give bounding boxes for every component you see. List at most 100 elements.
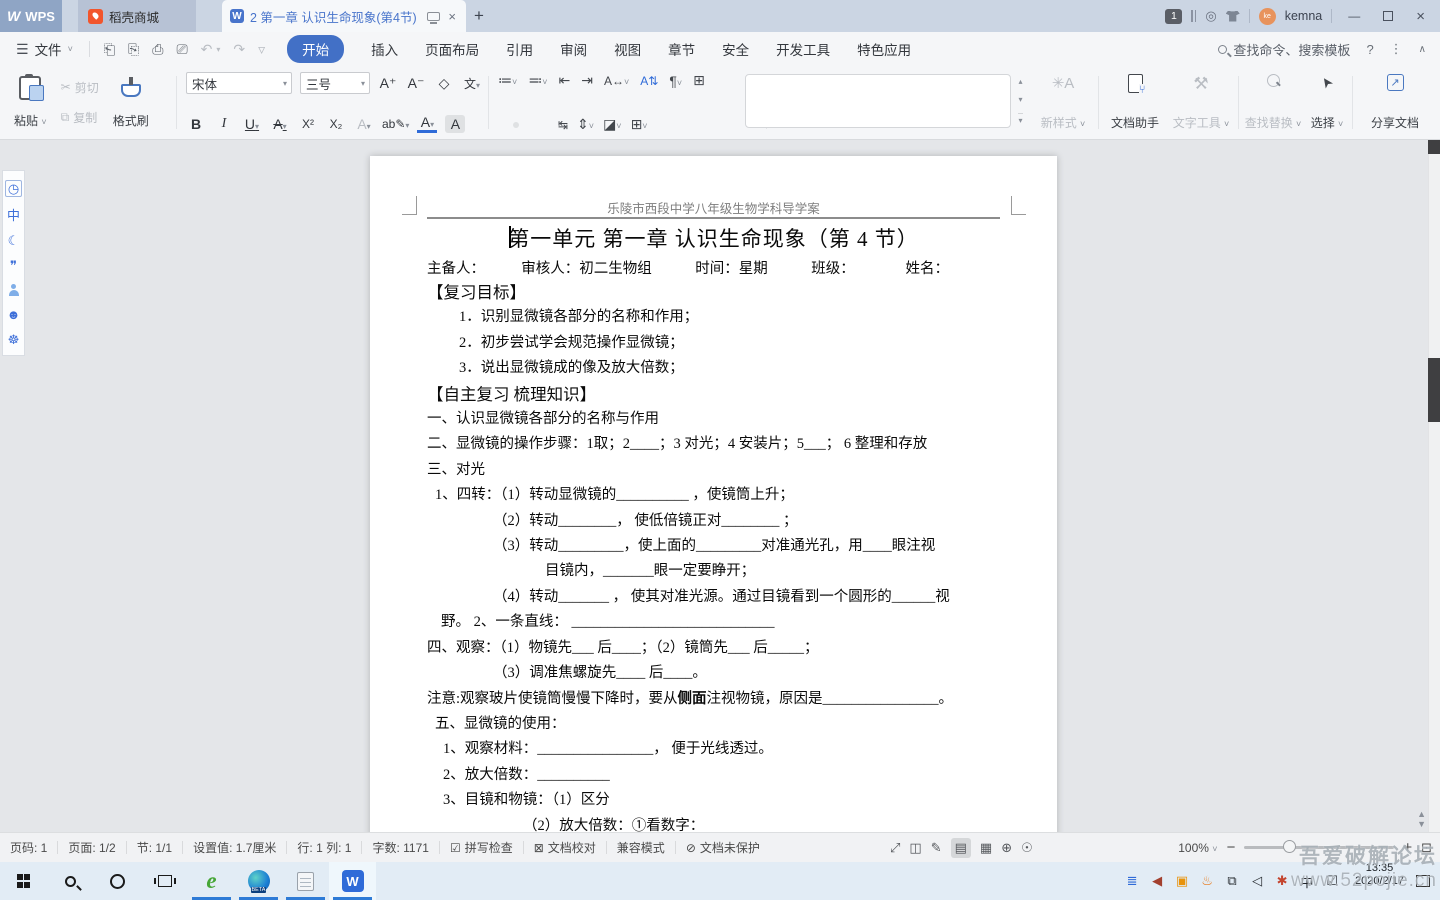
zoom-slider-thumb[interactable] [1283,840,1296,853]
tab-document-active[interactable]: W 2 第一章 认识生命现象(第4节) × [222,0,466,32]
grow-font-button[interactable]: A⁺ [378,75,398,92]
text-layout-icon[interactable]: ⊞ [693,72,705,89]
styles-more-icon[interactable]: ▾ [1018,113,1022,125]
status-item-3[interactable]: 节: 1/1 [137,839,172,856]
help-button[interactable]: ? [1366,42,1373,57]
paragraph-mark-icon[interactable]: ¶˅ [669,73,682,89]
status-item-10[interactable]: ⊘文档未保护 [686,839,760,856]
eye-protect-icon[interactable]: ☉ [1021,840,1033,856]
contact-person-icon[interactable] [8,284,20,296]
read-layout-icon[interactable]: ◫ [909,840,921,856]
status-item-6[interactable]: 字数: 1171 [372,839,428,856]
print-layout-icon[interactable]: ▤ [951,838,971,858]
file-menu-button[interactable]: ☰ 文件 ˅ [0,39,83,59]
text-effects-button[interactable]: A▾ [354,116,374,132]
menu-tab-安全[interactable]: 安全 [722,39,749,59]
char-scale-icon[interactable]: A↔˅ [604,74,629,88]
settings-gear-icon[interactable]: ☸ [8,333,20,346]
status-item-9[interactable]: 兼容模式 [617,839,665,856]
more-menu-icon[interactable]: ⋮ [1390,41,1403,57]
styles-scroll-down-icon[interactable]: ▾ [1018,95,1022,104]
task-view-button[interactable] [141,862,188,900]
close-button[interactable]: × [1409,8,1432,25]
undo-icon[interactable]: ↶ [201,41,213,58]
user-name[interactable]: kemna [1285,9,1323,23]
network-monitor-icon[interactable]: ⧉ [1221,873,1243,889]
menu-tab-开发工具[interactable]: 开发工具 [776,39,830,59]
select-button[interactable]: ➤ 选择 ˅ [1306,74,1348,131]
sort-icon[interactable]: A⇅ [640,74,658,88]
status-item-5[interactable]: 行: 1 列: 1 [297,839,351,856]
redo-icon[interactable]: ↷ [233,41,245,58]
scrollbar-thumb[interactable] [1428,358,1440,422]
member-center-icon[interactable]: ◎ [1205,8,1216,24]
window-tray-icon[interactable]: ▣ [1171,873,1193,889]
font-size-select[interactable]: 三号▾ [300,72,370,94]
decrease-indent-icon[interactable]: ⇤ [559,72,571,89]
scrollbar-up-button[interactable] [1428,140,1440,154]
web-layout-icon[interactable]: ⊕ [1001,840,1012,856]
command-search[interactable]: 查找命令、搜索模板 [1218,40,1350,59]
night-mode-icon[interactable]: ☾ [8,234,20,247]
borders-button[interactable]: ⊞˅ [631,116,648,133]
menu-tab-审阅[interactable]: 审阅 [560,39,587,59]
zoom-out-button[interactable]: − [1227,839,1236,856]
tab-close-icon[interactable]: × [446,9,458,24]
volume-icon[interactable]: ◁ [1246,873,1268,889]
feedback-smiley-icon[interactable]: ☻ [7,308,21,321]
taskbar-search-button[interactable] [47,862,94,900]
shading-button[interactable]: ◪˅ [603,116,622,133]
start-button[interactable] [0,862,47,900]
numbering-icon[interactable]: ≕˅ [528,72,547,89]
status-item-4[interactable]: 设置值: 1.7厘米 [193,839,276,856]
status-item-1[interactable]: 页码: 1 [10,839,47,856]
status-item-7[interactable]: ☑拼写检查 [450,839,513,856]
edge-beta-button[interactable] [235,862,282,900]
wps-optimize-icon[interactable]: ◷ [5,180,22,197]
maximize-button[interactable] [1383,11,1393,21]
firewall-tray-icon[interactable]: ♨ [1196,873,1218,889]
styles-gallery[interactable] [745,74,1011,128]
menu-tab-章节[interactable]: 章节 [668,39,695,59]
superscript-button[interactable]: X² [298,117,318,131]
wps-logo[interactable]: WWPS [0,0,62,32]
save-icon[interactable]: ⎗ [104,41,115,58]
wps-taskbar-button[interactable]: W [329,862,376,900]
zoom-level[interactable]: 100% ˅ [1178,841,1217,855]
notepad-button[interactable] [282,862,329,900]
shrink-font-button[interactable]: A⁻ [406,75,426,92]
previous-page-icon[interactable]: ▲ [1417,810,1426,818]
bold-button[interactable]: B [186,116,206,132]
subscript-button[interactable]: X₂ [326,117,346,131]
zoom-in-button[interactable]: + [1403,839,1412,856]
print-preview-icon[interactable]: ⎚ [176,41,187,58]
align-center-button[interactable] [513,122,519,128]
collapse-ribbon-icon[interactable]: ∧ [1419,44,1426,55]
menu-tab-页面布局[interactable]: 页面布局 [425,39,479,59]
cut-button[interactable]: ✂剪切 [61,79,99,96]
skin-theme-icon[interactable] [1226,11,1240,22]
message-count-badge[interactable]: 1 [1165,9,1182,24]
ink-edit-icon[interactable]: ✎ [931,840,942,856]
ime-indicator[interactable]: 中 [1296,872,1318,891]
customize-quickbar-icon[interactable]: ▿ [258,41,265,58]
user-avatar[interactable]: ke [1259,8,1276,25]
pinyin-guide-button[interactable]: 文▾ [462,75,482,92]
quote-icon[interactable]: ❞ [10,259,17,272]
fit-page-icon[interactable]: ⊡ [1421,840,1432,856]
char-shading-button[interactable]: A [445,115,465,133]
audio-manager-icon[interactable]: ◀ [1146,873,1168,889]
format-painter-button[interactable]: 格式刷 [111,72,151,133]
align-left-button[interactable] [498,122,504,128]
menu-tab-视图[interactable]: 视图 [614,39,641,59]
highlight-button[interactable]: ab✎▾ [382,117,409,131]
line-spacing-button[interactable]: ⇕˅ [577,116,594,133]
clear-format-icon[interactable]: ◇ [434,75,454,92]
outline-view-icon[interactable]: ▦ [980,840,992,856]
new-tab-button[interactable]: + [466,0,492,32]
bullets-icon[interactable]: ≔˅ [498,72,517,89]
underline-button[interactable]: U▾ [242,116,262,132]
paste-button[interactable]: 粘贴 ˅ [12,72,49,133]
strikethrough-button[interactable]: A▾ [270,116,290,132]
tab-docer-store[interactable]: 稻壳商城 [78,0,196,32]
